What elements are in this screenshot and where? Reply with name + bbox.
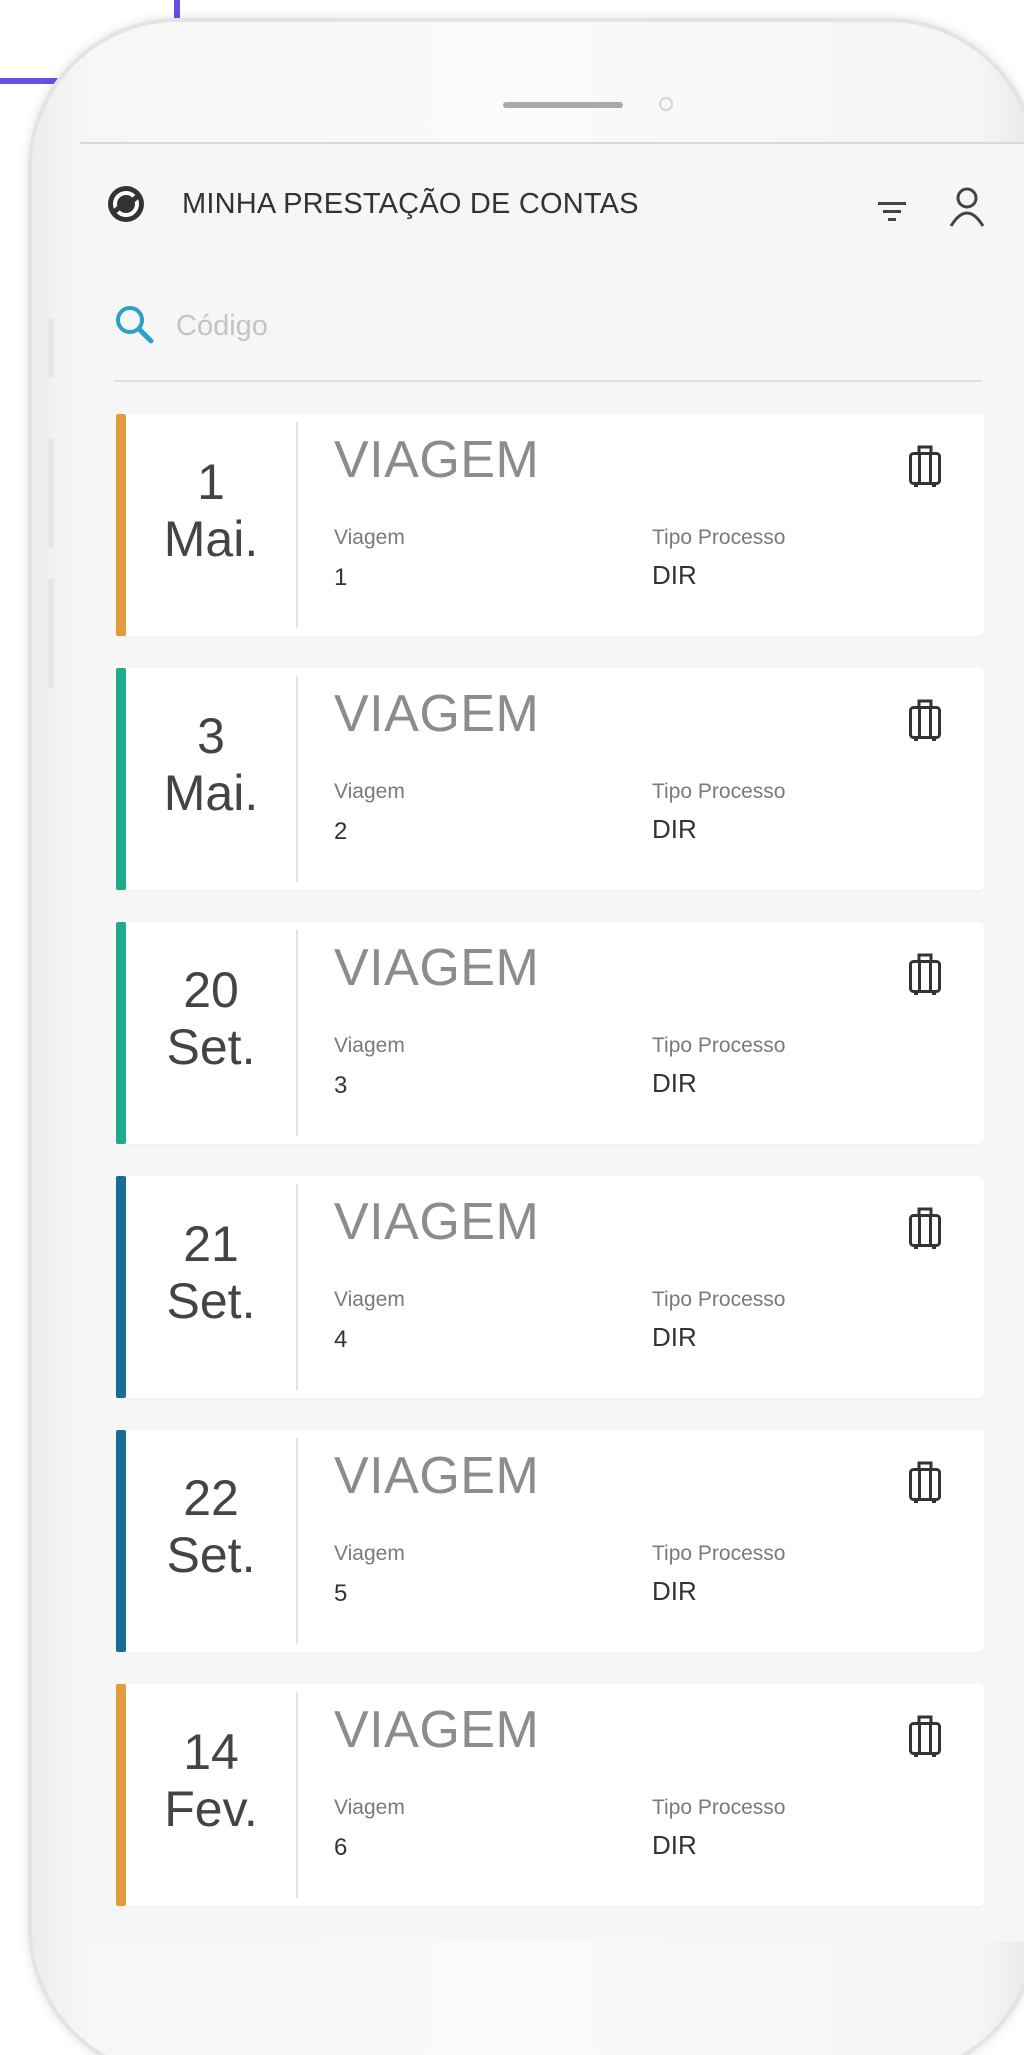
date-day: 1: [197, 454, 225, 510]
tipo-processo-label: Tipo Processo: [652, 1796, 786, 1819]
card-type: VIAGEM: [334, 939, 540, 997]
list-item[interactable]: 22 Set. VIAGEM Viagem 5 Tipo Processo DI…: [116, 1430, 984, 1652]
viagem-label: Viagem: [334, 1288, 405, 1311]
date-block: 14 Fev.: [126, 1684, 296, 1906]
date-block: 21 Set.: [126, 1176, 296, 1398]
filter-icon[interactable]: [875, 196, 909, 226]
phone-side-button: [48, 438, 54, 548]
date-month: Mai.: [163, 765, 259, 821]
viagem-label: Viagem: [334, 780, 405, 803]
card-divider: [296, 422, 298, 628]
refresh-circle-icon: [108, 186, 144, 222]
status-accent-bar: [116, 668, 126, 890]
card-divider: [296, 676, 298, 882]
user-icon[interactable]: [948, 186, 986, 228]
search-input[interactable]: [174, 302, 958, 350]
date-block: 22 Set.: [126, 1430, 296, 1652]
app-header: MINHA PRESTAÇÃO DE CONTAS: [80, 144, 1024, 274]
search-icon: [116, 306, 154, 344]
tipo-processo-label: Tipo Processo: [652, 1034, 786, 1057]
date-block: 3 Mai.: [126, 668, 296, 890]
luggage-icon: [909, 1715, 941, 1757]
luggage-icon: [909, 953, 941, 995]
date-day: 22: [183, 1470, 239, 1526]
date-day: 20: [183, 962, 239, 1018]
card-type: VIAGEM: [334, 1193, 540, 1251]
date-month: Fev.: [164, 1781, 258, 1837]
tipo-processo-label: Tipo Processo: [652, 780, 786, 803]
status-accent-bar: [116, 1176, 126, 1398]
viagem-value: 1: [334, 564, 348, 591]
viagem-label: Viagem: [334, 526, 405, 549]
tipo-processo-value: DIR: [652, 1068, 697, 1098]
tipo-processo-value: DIR: [652, 1830, 697, 1860]
list-item[interactable]: 1 Mai. VIAGEM Viagem 1 Tipo Processo DIR: [116, 414, 984, 636]
viagem-label: Viagem: [334, 1034, 405, 1057]
card-type: VIAGEM: [334, 685, 540, 743]
card-type: VIAGEM: [334, 1447, 540, 1505]
card-divider: [296, 1692, 298, 1898]
tipo-processo-label: Tipo Processo: [652, 1288, 786, 1311]
tipo-processo-label: Tipo Processo: [652, 1542, 786, 1565]
phone-speaker: [503, 102, 623, 108]
tipo-processo-value: DIR: [652, 1322, 697, 1352]
list-item[interactable]: 14 Fev. VIAGEM Viagem 6 Tipo Processo DI…: [116, 1684, 984, 1906]
date-block: 20 Set.: [126, 922, 296, 1144]
status-accent-bar: [116, 1684, 126, 1906]
phone-side-button: [48, 318, 54, 378]
card-divider: [296, 1184, 298, 1390]
date-day: 3: [197, 708, 225, 764]
date-day: 14: [183, 1724, 239, 1780]
viagem-value: 2: [334, 818, 348, 845]
viagem-value: 6: [334, 1834, 348, 1861]
card-divider: [296, 930, 298, 1136]
card-list: 1 Mai. VIAGEM Viagem 1 Tipo Processo DIR…: [116, 414, 984, 1938]
luggage-icon: [909, 445, 941, 487]
marketing-stage: MINHA PRESTAÇÃO DE CONTAS 1 Mai.: [0, 0, 1024, 2055]
luggage-icon: [909, 699, 941, 741]
phone-side-button: [48, 578, 54, 688]
date-month: Set.: [166, 1273, 256, 1329]
tipo-processo-label: Tipo Processo: [652, 526, 786, 549]
status-accent-bar: [116, 1430, 126, 1652]
card-type: VIAGEM: [334, 431, 540, 489]
status-accent-bar: [116, 922, 126, 1144]
list-item[interactable]: 21 Set. VIAGEM Viagem 4 Tipo Processo DI…: [116, 1176, 984, 1398]
date-day: 21: [183, 1216, 239, 1272]
phone-camera: [659, 97, 673, 111]
search-bar: [114, 296, 982, 382]
viagem-value: 5: [334, 1580, 348, 1607]
tipo-processo-value: DIR: [652, 814, 697, 844]
viagem-label: Viagem: [334, 1796, 405, 1819]
viagem-value: 3: [334, 1072, 348, 1099]
date-month: Set.: [166, 1019, 256, 1075]
date-month: Mai.: [163, 511, 259, 567]
date-month: Set.: [166, 1527, 256, 1583]
tipo-processo-value: DIR: [652, 560, 697, 590]
luggage-icon: [909, 1461, 941, 1503]
card-type: VIAGEM: [334, 1701, 540, 1759]
tipo-processo-value: DIR: [652, 1576, 697, 1606]
viagem-value: 4: [334, 1326, 348, 1353]
list-item[interactable]: 20 Set. VIAGEM Viagem 3 Tipo Processo DI…: [116, 922, 984, 1144]
status-accent-bar: [116, 414, 126, 636]
luggage-icon: [909, 1207, 941, 1249]
page-title: MINHA PRESTAÇÃO DE CONTAS: [182, 188, 639, 220]
date-block: 1 Mai.: [126, 414, 296, 636]
card-divider: [296, 1438, 298, 1644]
app-screen: MINHA PRESTAÇÃO DE CONTAS 1 Mai.: [80, 142, 1024, 1942]
viagem-label: Viagem: [334, 1542, 405, 1565]
list-item[interactable]: 3 Mai. VIAGEM Viagem 2 Tipo Processo DIR: [116, 668, 984, 890]
